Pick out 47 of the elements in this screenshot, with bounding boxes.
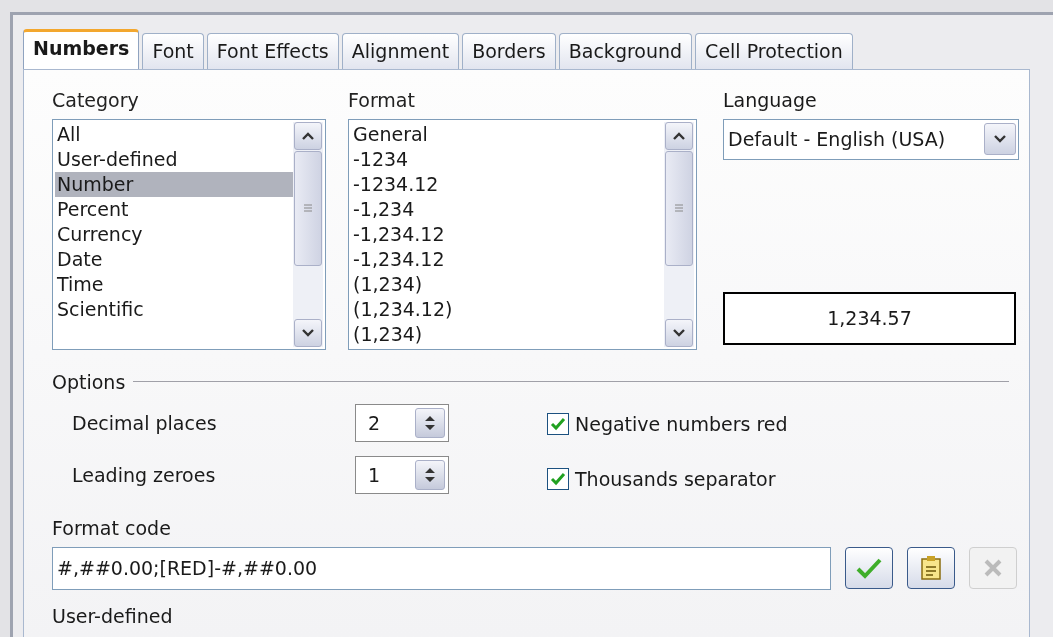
format-code-label: Format code [52,516,172,541]
caret-icon [984,123,1016,155]
spin-button[interactable] [415,408,445,438]
spin-button[interactable] [415,460,445,490]
chevron-down-icon [672,327,686,338]
tab[interactable]: Borders [462,33,556,69]
chevron-up-icon [301,130,315,141]
list-item[interactable]: Number [55,171,293,197]
grip-icon [674,203,684,213]
scroll-down-button[interactable] [294,318,322,347]
options-heading: Options [52,369,126,395]
checkbox[interactable] [547,413,569,436]
grip-icon [303,203,313,213]
checkmark-icon [855,557,884,579]
scroll-up-button[interactable] [665,121,693,150]
chevron-down-icon [301,327,315,338]
scroll-up-button[interactable] [294,121,322,150]
close-icon [983,558,1004,578]
spinner-label: Decimal places [72,410,218,436]
tab[interactable]: Alignment [341,33,460,69]
format-code-field[interactable]: #,##0.00;[RED]-#,##0.00 [52,546,832,590]
preview-box: 1,234.57 [723,291,1016,345]
checkbox-option[interactable]: Thousands separator [547,464,788,493]
tab[interactable]: Numbers [23,29,140,69]
list-label: Category [52,88,140,113]
scrollbar[interactable] [293,121,323,347]
language-label: Language [723,88,818,113]
number-spinner[interactable]: 2 [355,404,449,442]
tab[interactable]: Font Effects [206,33,339,69]
accept-button[interactable] [845,547,894,589]
tab[interactable]: Font [142,33,204,69]
number-spinner[interactable]: 1 [355,456,449,494]
scrollbar[interactable] [664,121,694,347]
tab[interactable]: Background [558,33,693,69]
spinner-label: Leading zeroes [72,462,217,488]
chevron-up-icon [672,130,686,141]
checkbox-option[interactable]: Negative numbers red [547,410,788,439]
scroll-thumb[interactable] [294,150,322,266]
comment-button[interactable] [907,547,956,589]
list-label: Format [348,88,416,113]
checkbox[interactable] [547,467,569,490]
scroll-down-button[interactable] [665,318,693,347]
note-icon [920,555,943,581]
format-category-text: User-defined [52,603,174,629]
language-dropdown[interactable]: Default - English (USA) [723,118,1019,160]
tab[interactable]: Cell Protection [695,33,853,69]
scroll-thumb[interactable] [665,150,693,266]
